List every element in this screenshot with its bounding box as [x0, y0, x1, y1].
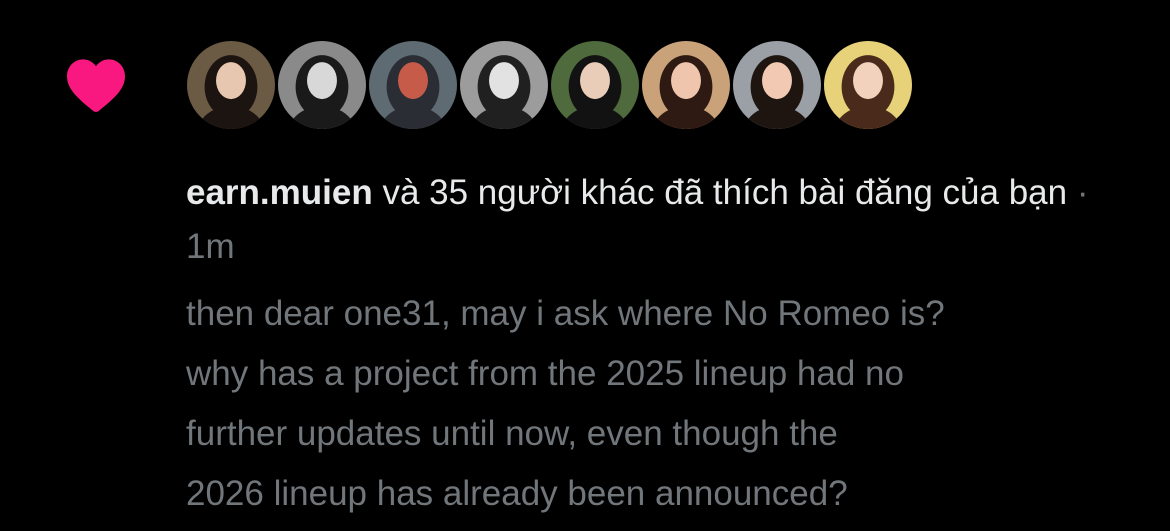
- avatar-photo-icon: [733, 41, 821, 129]
- avatar-photo-icon: [187, 41, 275, 129]
- avatar-7[interactable]: [730, 38, 824, 132]
- avatar-photo-icon: [824, 41, 912, 129]
- avatar-1[interactable]: [184, 38, 278, 132]
- avatar-photo-icon: [369, 41, 457, 129]
- time-separator: ·: [1067, 173, 1089, 212]
- liker-avatars: [184, 38, 915, 134]
- avatar-photo-icon: [551, 41, 639, 129]
- notification-headline: earn.muien và 35 người khác đã thích bài…: [186, 166, 1146, 274]
- like-notification[interactable]: earn.muien và 35 người khác đã thích bài…: [0, 0, 1170, 531]
- avatar-8[interactable]: [821, 38, 915, 132]
- avatar-4[interactable]: [457, 38, 551, 132]
- username-link[interactable]: earn.muien: [186, 173, 373, 212]
- heart-icon: [64, 56, 128, 114]
- avatar-6[interactable]: [639, 38, 733, 132]
- avatar-photo-icon: [460, 41, 548, 129]
- timestamp: 1m: [186, 227, 235, 266]
- avatar-photo-icon: [642, 41, 730, 129]
- post-preview-text[interactable]: then dear one31, may i ask where No Rome…: [186, 284, 1146, 524]
- avatar-5[interactable]: [548, 38, 642, 132]
- avatar-3[interactable]: [366, 38, 460, 132]
- action-text: và 35 người khác đã thích bài đăng của b…: [372, 173, 1068, 212]
- notification-content: earn.muien và 35 người khác đã thích bài…: [186, 166, 1146, 524]
- avatar-photo-icon: [278, 41, 366, 129]
- avatar-2[interactable]: [275, 38, 369, 132]
